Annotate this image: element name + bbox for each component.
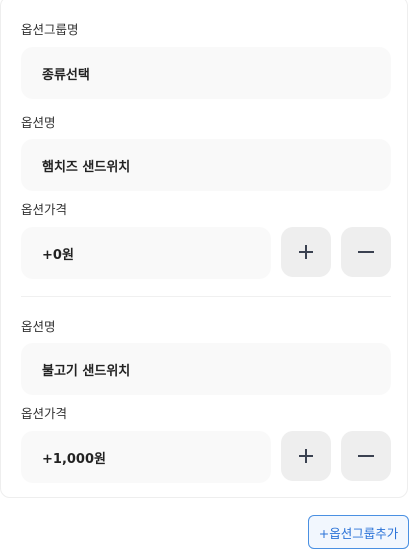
option-name-label: 옵션명	[21, 319, 56, 334]
remove-option-button[interactable]	[341, 227, 391, 277]
minus-icon	[358, 251, 374, 253]
option-price-label: 옵션가격	[21, 202, 68, 217]
remove-option-button[interactable]	[341, 431, 391, 481]
add-option-button[interactable]	[281, 431, 331, 481]
add-option-group-button[interactable]: +옵션그룹추가	[308, 515, 409, 549]
option-price-label: 옵션가격	[21, 406, 68, 421]
option-price-input[interactable]	[21, 227, 271, 279]
option-price-input[interactable]	[21, 431, 271, 483]
group-name-input[interactable]	[21, 47, 391, 99]
option-name-input[interactable]	[21, 139, 391, 191]
option-name-input[interactable]	[21, 343, 391, 395]
option-group-card: 옵션그룹명 옵션명 옵션가격 옵션명 옵션가격	[0, 0, 408, 498]
divider	[21, 296, 391, 297]
group-name-label: 옵션그룹명	[21, 22, 79, 37]
plus-icon	[299, 449, 313, 463]
minus-icon	[358, 455, 374, 457]
option-name-label: 옵션명	[21, 115, 56, 130]
plus-icon	[299, 245, 313, 259]
add-option-button[interactable]	[281, 227, 331, 277]
